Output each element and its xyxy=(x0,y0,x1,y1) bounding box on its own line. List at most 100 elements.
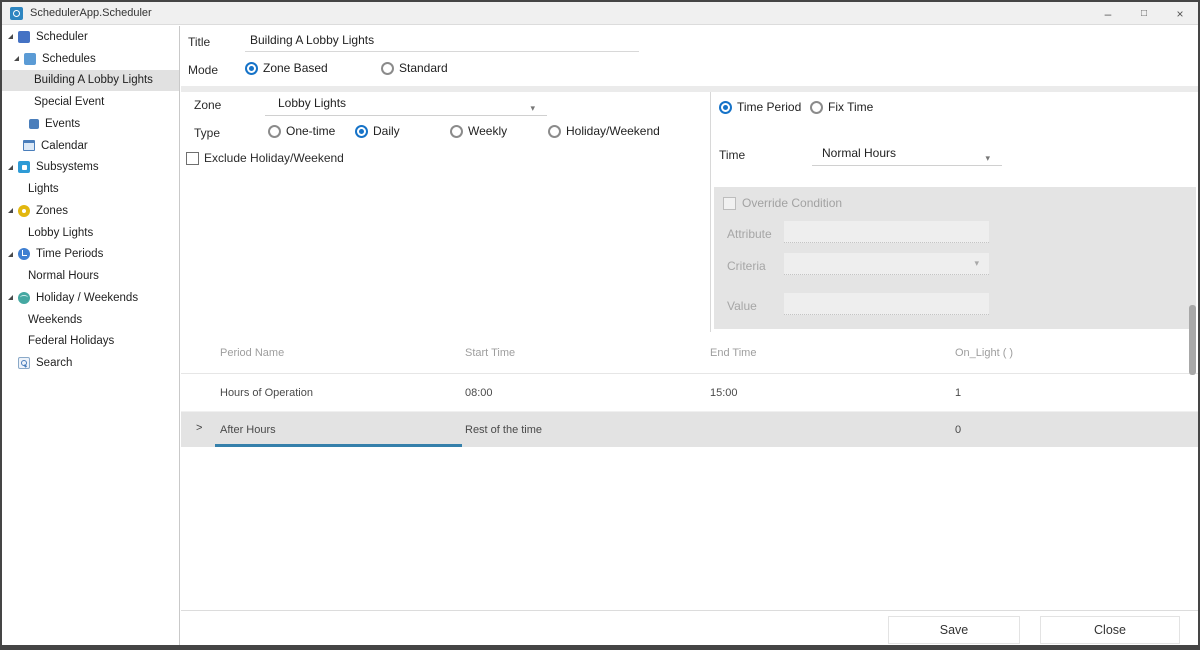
tree-label: Subsystems xyxy=(36,161,99,173)
radio-label: Daily xyxy=(373,124,400,138)
minimize-button[interactable]: – xyxy=(1090,2,1126,25)
title-input[interactable]: Building A Lobby Lights xyxy=(245,29,639,52)
sidebar-item-holiday-weekends[interactable]: Holiday / Weekends xyxy=(2,287,179,309)
tree-label: Calendar xyxy=(41,140,88,152)
desktop-background: SchedulerApp.Scheduler – □ × Scheduler S… xyxy=(0,0,1200,650)
radio-label: One-time xyxy=(286,124,335,138)
row-expand-chevron-icon[interactable]: > xyxy=(196,422,202,434)
sidebar-item-zones[interactable]: Zones xyxy=(2,200,179,222)
value-label: Value xyxy=(727,299,757,313)
time-periods-icon xyxy=(18,248,30,260)
tree-label: Special Event xyxy=(34,96,104,108)
search-icon xyxy=(18,357,30,369)
tree-label: Building A Lobby Lights xyxy=(34,74,153,86)
schedule-detail-section: Zone Lobby Lights ▾ Type One-time Daily … xyxy=(181,92,1198,332)
mode-radio-standard[interactable]: Standard xyxy=(381,61,448,75)
sidebar-item-lights[interactable]: Lights xyxy=(2,178,179,200)
tree-label: Weekends xyxy=(28,314,82,326)
zone-dropdown-value: Lobby Lights xyxy=(278,96,346,110)
save-button[interactable]: Save xyxy=(888,616,1020,644)
sidebar-item-time-periods[interactable]: Time Periods xyxy=(2,244,179,266)
time-mode-radio-fix-time[interactable]: Fix Time xyxy=(810,100,873,114)
radio-label: Standard xyxy=(399,61,448,75)
cell-end-time: 15:00 xyxy=(710,387,955,399)
app-window: SchedulerApp.Scheduler – □ × Scheduler S… xyxy=(2,2,1198,645)
sidebar-item-special-event[interactable]: Special Event xyxy=(2,91,179,113)
zone-label: Zone xyxy=(194,98,221,112)
type-radio-weekly[interactable]: Weekly xyxy=(450,124,507,138)
radio-unselected-icon[interactable] xyxy=(548,125,561,138)
chevron-down-icon: ▾ xyxy=(974,258,979,269)
type-radio-daily[interactable]: Daily xyxy=(355,124,400,138)
vertical-scrollbar-thumb[interactable] xyxy=(1189,305,1196,375)
radio-unselected-icon[interactable] xyxy=(450,125,463,138)
sidebar-item-subsystems[interactable]: Subsystems xyxy=(2,157,179,179)
expander-icon[interactable] xyxy=(8,295,13,300)
app-icon xyxy=(10,7,23,20)
subsystems-icon xyxy=(18,161,30,173)
radio-label: Zone Based xyxy=(263,61,328,75)
override-condition-checkbox[interactable]: Override Condition xyxy=(723,196,842,210)
cell-start-time: Rest of the time xyxy=(465,424,710,436)
expander-icon[interactable] xyxy=(8,34,13,39)
mode-radio-zone-based[interactable]: Zone Based xyxy=(245,61,328,75)
radio-unselected-icon[interactable] xyxy=(810,101,823,114)
events-icon xyxy=(29,119,39,129)
expander-icon[interactable] xyxy=(8,208,13,213)
chevron-down-icon[interactable]: ▾ xyxy=(530,97,535,120)
checkbox-unchecked-icon[interactable] xyxy=(723,197,736,210)
sidebar-item-building-a-lobby-lights[interactable]: Building A Lobby Lights xyxy=(2,70,179,92)
table-row-selected[interactable]: > After Hours Rest of the time 0 xyxy=(181,412,1198,447)
radio-label: Holiday/Weekend xyxy=(566,124,660,138)
holiday-weekends-icon xyxy=(18,292,30,304)
sidebar-item-search[interactable]: Search xyxy=(2,352,179,374)
value-input xyxy=(784,293,989,315)
tree-label: Normal Hours xyxy=(28,270,99,282)
chevron-down-icon[interactable]: ▾ xyxy=(985,147,990,170)
time-label: Time xyxy=(719,148,745,162)
sidebar-item-scheduler[interactable]: Scheduler xyxy=(2,26,179,48)
zone-dropdown[interactable]: Lobby Lights ▾ xyxy=(265,92,547,116)
expander-icon[interactable] xyxy=(8,252,13,257)
checkbox-unchecked-icon[interactable] xyxy=(186,152,199,165)
radio-selected-icon[interactable] xyxy=(245,62,258,75)
radio-label: Time Period xyxy=(737,100,801,114)
restore-button[interactable]: □ xyxy=(1126,2,1162,25)
sidebar-item-calendar[interactable]: Calendar xyxy=(2,135,179,157)
expander-icon[interactable] xyxy=(14,56,19,61)
title-bar[interactable]: SchedulerApp.Scheduler – □ × xyxy=(2,2,1198,25)
table-row[interactable]: Hours of Operation 08:00 15:00 1 xyxy=(181,374,1198,412)
tree-label: Zones xyxy=(36,205,68,217)
tree-label: Federal Holidays xyxy=(28,335,114,347)
time-dropdown[interactable]: Normal Hours ▾ xyxy=(812,142,1002,166)
checkbox-label: Override Condition xyxy=(742,196,842,210)
schedule-header-form: Title Building A Lobby Lights Mode Zone … xyxy=(181,26,1198,86)
sidebar-item-events[interactable]: Events xyxy=(2,113,179,135)
sidebar-item-federal-holidays[interactable]: Federal Holidays xyxy=(2,331,179,353)
sidebar-item-normal-hours[interactable]: Normal Hours xyxy=(2,265,179,287)
radio-unselected-icon[interactable] xyxy=(268,125,281,138)
time-mode-radio-time-period[interactable]: Time Period xyxy=(719,100,801,114)
sidebar-item-schedules[interactable]: Schedules xyxy=(2,48,179,70)
tree-label: Schedules xyxy=(42,53,96,65)
radio-unselected-icon[interactable] xyxy=(381,62,394,75)
sidebar-item-weekends[interactable]: Weekends xyxy=(2,309,179,331)
type-radio-holiday-weekend[interactable]: Holiday/Weekend xyxy=(548,124,660,138)
radio-selected-icon[interactable] xyxy=(355,125,368,138)
title-label: Title xyxy=(188,35,210,49)
zones-icon xyxy=(18,205,30,217)
close-button[interactable]: Close xyxy=(1040,616,1180,644)
tree-label: Holiday / Weekends xyxy=(36,292,138,304)
expander-icon[interactable] xyxy=(8,165,13,170)
mode-label: Mode xyxy=(188,63,218,77)
attribute-label: Attribute xyxy=(727,227,772,241)
sidebar-item-lobby-lights[interactable]: Lobby Lights xyxy=(2,222,179,244)
type-radio-one-time[interactable]: One-time xyxy=(268,124,335,138)
radio-selected-icon[interactable] xyxy=(719,101,732,114)
cell-on-light: 1 xyxy=(955,387,1198,399)
radio-label: Fix Time xyxy=(828,100,873,114)
close-button[interactable]: × xyxy=(1162,2,1198,25)
column-header-start-time: Start Time xyxy=(465,347,710,359)
exclude-holiday-weekend-checkbox[interactable]: Exclude Holiday/Weekend xyxy=(186,151,344,165)
tree-label: Search xyxy=(36,357,72,369)
